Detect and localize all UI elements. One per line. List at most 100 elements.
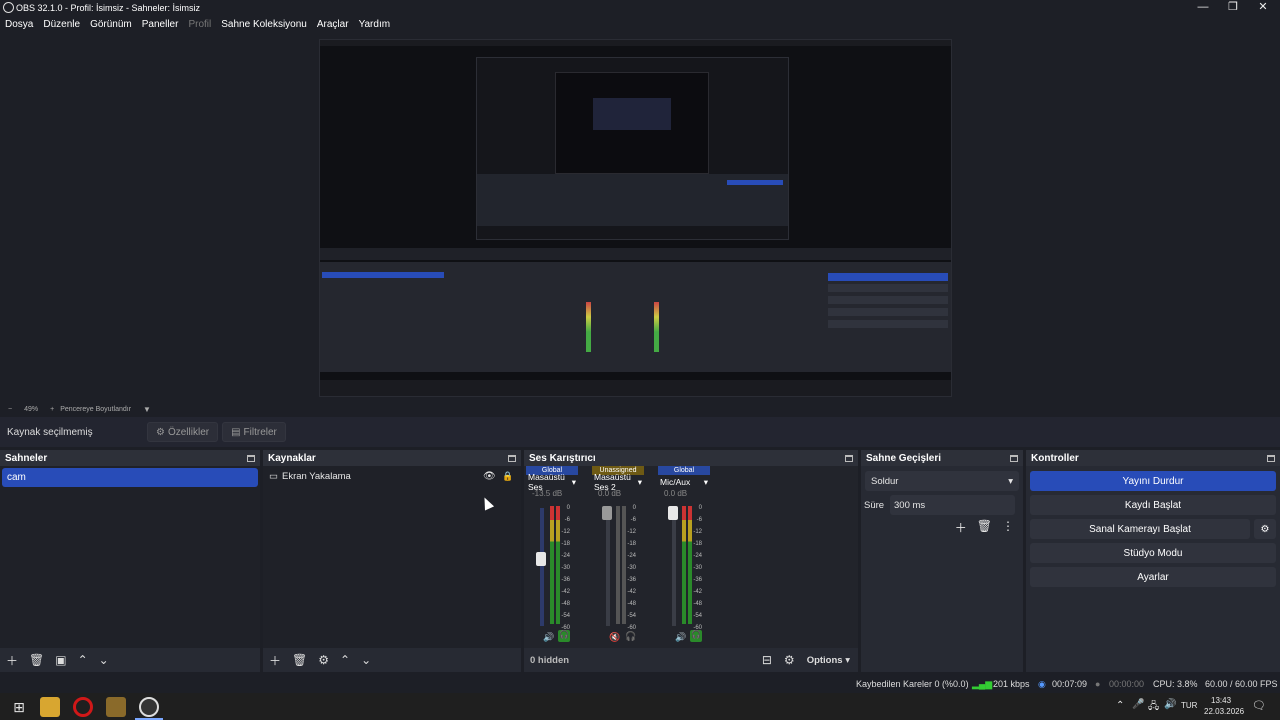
options-dropdown[interactable]: Options ▾ (807, 655, 850, 666)
properties-button[interactable]: ⚙ Özellikler (147, 422, 219, 442)
speaker-icon[interactable]: 🔊 (543, 632, 554, 643)
chevron-down-icon[interactable]: ▾ (638, 477, 642, 488)
app-icon[interactable] (106, 697, 126, 717)
menu-tools[interactable]: Araçlar (317, 19, 349, 30)
menu-docks[interactable]: Paneller (142, 19, 179, 30)
float-dock-icon[interactable] (508, 454, 516, 462)
opera-icon[interactable] (73, 697, 93, 717)
add-transition-button[interactable]: ＋ (955, 519, 967, 536)
stop-streaming-button[interactable]: Yayını Durdur (1030, 471, 1276, 491)
status-bar: Kaybedilen Kareler 0 (%0.0) ▂▄▆ 201 kbps… (0, 675, 1280, 693)
preview-canvas[interactable] (319, 39, 952, 397)
layout-icon[interactable]: ⊟ (762, 653, 772, 667)
move-down-icon[interactable]: ⌄ (361, 653, 371, 667)
add-source-button[interactable]: ＋ (269, 652, 281, 669)
duration-value: 300 ms (894, 499, 926, 511)
clock-date[interactable]: 22.03.2026 (1204, 707, 1244, 716)
volume-handle[interactable] (602, 506, 612, 520)
minimize-button[interactable]: — (1188, 0, 1218, 16)
zoom-level: 49% (24, 405, 39, 413)
obs-logo-icon (3, 2, 14, 13)
chevron-down-icon[interactable]: ▼ (143, 405, 151, 414)
move-up-icon[interactable]: ⌃ (340, 653, 350, 667)
scene-item[interactable]: cam (2, 468, 258, 487)
chevron-down-icon[interactable]: ▾ (572, 477, 576, 488)
volume-icon[interactable]: 🔊 (1164, 699, 1176, 710)
mic-icon[interactable]: 🎤 (1132, 699, 1144, 710)
channel-name: Mic/Aux (660, 477, 691, 487)
trash-icon[interactable]: 🗑 (977, 519, 992, 536)
taskbar: ⊞ ⌃ 🎤 🖧 🔊 TUR 13:43 22.03.2026 🗨 (0, 693, 1280, 720)
mixer-channel: Global Mic/Aux ▾ 0.0 dB 0 -6 -12 -18 -24 -30 -3… (658, 466, 710, 646)
volume-slider[interactable] (606, 508, 610, 626)
cpu-usage: CPU: 3.8% (1153, 679, 1198, 689)
language-indicator[interactable]: TUR (1181, 701, 1197, 710)
channel-tag: Global (658, 466, 710, 475)
speaker-icon[interactable]: 🔊 (675, 632, 686, 643)
float-dock-icon[interactable] (1010, 454, 1018, 462)
float-dock-icon[interactable] (247, 454, 255, 462)
menu-file[interactable]: Dosya (5, 19, 33, 30)
float-dock-icon[interactable] (845, 454, 853, 462)
headphones-icon[interactable]: 🎧 (625, 631, 636, 642)
maximize-button[interactable]: ❐ (1218, 0, 1248, 16)
headphones-icon[interactable]: 🎧 (558, 630, 570, 642)
studio-mode-button[interactable]: Stüdyo Modu (1030, 543, 1276, 563)
clock-time[interactable]: 13:43 (1211, 696, 1231, 705)
trash-icon[interactable]: 🗑 (29, 653, 44, 667)
windows-start-icon[interactable]: ⊞ (9, 697, 29, 717)
duration-input[interactable]: 300 ms (890, 495, 1015, 515)
more-options-icon[interactable]: ⋮ (1002, 519, 1014, 536)
preview-toolbar: − 49% + Pencereye Boyutlandır ▼ (0, 402, 1280, 416)
start-recording-button[interactable]: Kaydı Başlat (1030, 495, 1276, 515)
start-virtual-camera-button[interactable]: Sanal Kamerayı Başlat (1030, 519, 1250, 539)
filters-label: Filtreler (243, 426, 277, 438)
source-toolbar: Kaynak seçilmemiş ⚙ Özellikler ▤ Filtreler (0, 417, 1280, 447)
fit-window-dropdown[interactable]: Pencereye Boyutlandır (60, 406, 131, 413)
close-button[interactable]: ✕ (1248, 0, 1278, 16)
gear-icon[interactable]: ⚙ (318, 653, 329, 667)
gear-icon[interactable]: ⚙ (1254, 519, 1276, 539)
source-name: Ekran Yakalama (281, 470, 351, 482)
fps: 60.00 / 60.00 FPS (1205, 679, 1278, 689)
file-explorer-icon[interactable] (40, 697, 60, 717)
level-meter (682, 506, 686, 624)
float-dock-icon[interactable] (1267, 454, 1275, 462)
volume-slider[interactable] (540, 508, 544, 626)
mixer-channel: Global Masaüstü Ses ▾ -13.5 dB 0 -6 -12 -18-… (526, 466, 578, 646)
chevron-up-icon[interactable]: ⌃ (1116, 700, 1124, 711)
menu-profile[interactable]: Profil (188, 19, 211, 30)
add-scene-button[interactable]: ＋ (6, 652, 18, 669)
nested-preview (476, 57, 789, 240)
menu-help[interactable]: Yardım (359, 19, 391, 30)
chevron-down-icon[interactable]: ▾ (704, 477, 708, 488)
zoom-in-button[interactable]: + (50, 406, 54, 413)
network-icon[interactable]: 🖧 (1148, 699, 1159, 716)
filters-button[interactable]: ▤ Filtreler (222, 422, 286, 442)
volume-handle[interactable] (668, 506, 678, 520)
trash-icon[interactable]: 🗑 (292, 653, 307, 667)
volume-slider[interactable] (672, 508, 676, 626)
obs-taskbar-icon[interactable] (139, 697, 159, 717)
menu-edit[interactable]: Düzenle (43, 19, 80, 30)
scenes-dock: Sahneler cam ＋ 🗑 ▣ ⌃ ⌄ (0, 450, 260, 672)
settings-button[interactable]: Ayarlar (1030, 567, 1276, 587)
advanced-audio-icon[interactable]: ⚙ (784, 653, 795, 667)
volume-handle[interactable] (536, 552, 546, 566)
muted-speaker-icon[interactable]: 🔇 (609, 632, 620, 643)
eye-icon[interactable]: 👁 (483, 471, 496, 482)
menu-scene-collection[interactable]: Sahne Koleksiyonu (221, 19, 307, 30)
lock-icon[interactable]: 🔒 (502, 471, 513, 482)
tick-labels: 0 -6 -12 -18 -24 -30 -36 -42 -48 -54 -60 (693, 505, 702, 631)
headphones-icon[interactable]: 🎧 (690, 630, 702, 642)
tick-labels: 0 -6 -12 -18 -24 -30 -36 -42 -48 -54 -60 (561, 505, 570, 631)
move-up-icon[interactable]: ⌃ (78, 653, 88, 667)
zoom-out-button[interactable]: − (8, 406, 12, 413)
filter-icon[interactable]: ▣ (55, 653, 66, 667)
move-down-icon[interactable]: ⌄ (99, 653, 109, 667)
source-item[interactable]: ▭ Ekran Yakalama 👁 🔒 (263, 466, 521, 486)
transition-select[interactable]: Soldur ▾ (865, 471, 1019, 491)
menu-view[interactable]: Görünüm (90, 19, 132, 30)
transition-value: Soldur (871, 475, 899, 487)
notifications-icon[interactable]: 🗨 (1252, 699, 1266, 712)
